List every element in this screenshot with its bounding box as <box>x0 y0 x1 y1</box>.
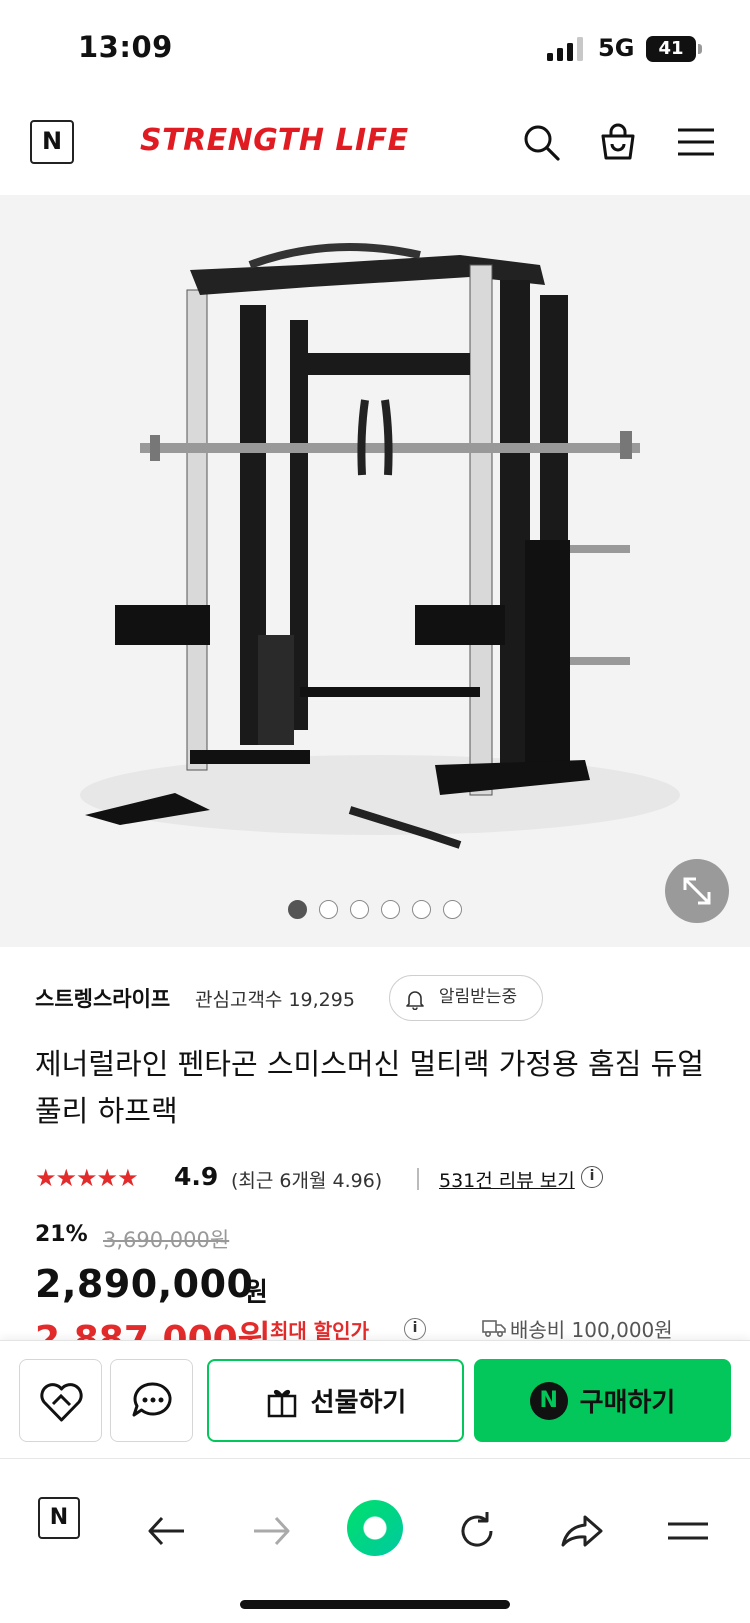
refresh-icon[interactable] <box>453 1507 501 1555</box>
chat-bubble-icon <box>132 1382 172 1417</box>
gift-label: 선물하기 <box>310 1388 407 1418</box>
rating-row: ★★★★★ 4.9 (최근 6개월 4.96) 531건 리뷰 보기 i <box>35 1162 735 1194</box>
price-unit: 원 <box>244 1278 268 1308</box>
gallery-dot[interactable] <box>381 900 400 919</box>
gallery-dot[interactable] <box>288 900 307 919</box>
max-discount-label: 최대 할인가 <box>270 1319 369 1340</box>
home-indicator <box>240 1600 510 1609</box>
store-info-row: 스트렝스라이프 관심고객수 19,295 알림받는중 <box>35 975 735 1021</box>
cellular-signal-icon <box>547 37 583 61</box>
battery-cap <box>698 44 702 54</box>
store-name[interactable]: 스트렝스라이프 <box>35 983 170 1013</box>
shipping-fee: 배송비 100,000원 <box>510 1318 673 1340</box>
sale-price: 2,890,000 <box>35 1262 254 1306</box>
browser-home-button[interactable]: N <box>38 1497 80 1539</box>
status-bar: 13:09 5G 41 <box>0 0 750 95</box>
heart-icon <box>40 1383 83 1422</box>
truck-icon <box>482 1320 506 1338</box>
npay-icon: N <box>529 1381 568 1420</box>
discount-rate: 21% <box>35 1222 88 1247</box>
chat-button[interactable] <box>110 1359 193 1442</box>
divider <box>417 1168 419 1190</box>
forward-arrow-icon[interactable] <box>248 1507 296 1555</box>
recent-rating: (최근 6개월 4.96) <box>231 1170 383 1192</box>
gallery-dot[interactable] <box>412 900 431 919</box>
info-icon[interactable]: i <box>581 1166 603 1188</box>
fullscreen-button[interactable] <box>665 859 729 923</box>
gallery-pagination <box>288 900 462 920</box>
search-icon[interactable] <box>521 122 561 162</box>
naver-home-button[interactable]: N <box>30 120 74 164</box>
share-icon[interactable] <box>557 1507 605 1555</box>
product-title: 제너럴라인 펜타곤 스미스머신 멀티랙 가정용 홈짐 듀얼풀리 하프랙 <box>35 1047 704 1128</box>
buy-button[interactable]: N 구매하기 <box>474 1359 731 1442</box>
expand-icon <box>683 877 711 905</box>
notification-button[interactable]: 알림받는중 <box>389 975 543 1021</box>
product-image <box>80 243 680 849</box>
menu-icon[interactable] <box>676 122 716 162</box>
gallery-dot[interactable] <box>350 900 369 919</box>
wishlist-button[interactable] <box>19 1359 102 1442</box>
reviews-link[interactable]: 531건 리뷰 보기 <box>439 1166 575 1193</box>
network-type: 5G <box>598 34 635 62</box>
back-arrow-icon[interactable] <box>142 1507 190 1555</box>
green-dot-button[interactable] <box>347 1500 403 1556</box>
original-price: 3,690,000원 <box>103 1228 230 1252</box>
status-time: 13:09 <box>78 30 173 64</box>
cart-icon[interactable] <box>598 122 638 162</box>
browser-toolbar: N <box>0 1458 750 1623</box>
rating-score: 4.9 <box>174 1162 219 1191</box>
max-discount-price: 2,887,000원 <box>35 1319 271 1340</box>
gift-icon <box>267 1389 296 1417</box>
max-discount-row: 2,887,000원 최대 할인가 i 배송비 100,000원 <box>0 1310 750 1340</box>
follower-count: 관심고객수 19,295 <box>195 989 355 1011</box>
star-rating: ★★★★★ <box>35 1164 139 1192</box>
gift-button[interactable]: 선물하기 <box>207 1359 464 1442</box>
info-icon[interactable]: i <box>404 1318 426 1340</box>
notification-label: 알림받는중 <box>438 987 518 1007</box>
buy-label: 구매하기 <box>579 1388 676 1418</box>
more-menu-icon[interactable] <box>664 1507 712 1555</box>
battery-icon: 41 <box>646 36 696 62</box>
gallery-dot[interactable] <box>443 900 462 919</box>
product-image-gallery[interactable] <box>0 195 750 947</box>
purchase-action-bar: 선물하기 N 구매하기 <box>0 1340 750 1458</box>
store-logo[interactable]: STRENGTH LIFE <box>140 123 409 158</box>
gallery-dot[interactable] <box>319 900 338 919</box>
site-header: N STRENGTH LIFE <box>0 95 750 195</box>
bell-icon <box>406 991 424 1010</box>
